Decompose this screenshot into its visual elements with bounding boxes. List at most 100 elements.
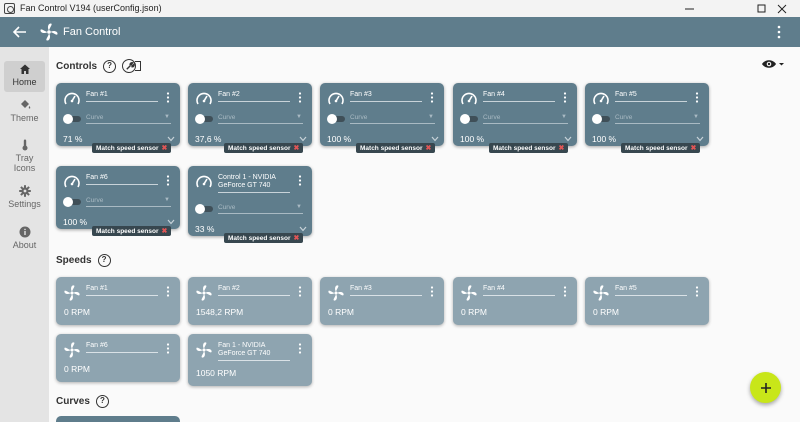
speed-sensor-name[interactable]: Fan #5 <box>615 285 687 296</box>
gauge-icon <box>328 92 344 105</box>
manual-control-toggle[interactable] <box>195 204 214 214</box>
controls-help-button[interactable]: ? <box>103 59 117 73</box>
control-name[interactable]: Fan #3 <box>350 91 422 102</box>
fan-icon <box>196 285 212 301</box>
control-card[interactable]: Fan #2 Curve ▼ 37,6 % <box>188 83 312 146</box>
more-options-icon[interactable] <box>430 286 434 297</box>
manual-control-toggle[interactable] <box>460 114 479 124</box>
speed-sensor-name[interactable]: Fan #4 <box>483 285 555 296</box>
wrench-icon[interactable] <box>122 59 137 73</box>
close-icon: ✖ <box>161 228 168 235</box>
chevron-down-icon[interactable] <box>696 136 704 142</box>
manual-control-toggle[interactable] <box>195 114 214 124</box>
more-options-icon[interactable] <box>166 92 170 103</box>
speed-sensor-name[interactable]: Fan #2 <box>218 285 290 296</box>
gauge-icon <box>64 175 80 188</box>
more-options-icon[interactable] <box>776 24 782 40</box>
sidebar-item-settings[interactable]: Settings <box>4 185 45 209</box>
control-name[interactable]: Fan #4 <box>483 91 555 102</box>
more-options-icon[interactable] <box>166 286 170 297</box>
curve-select[interactable]: Curve ▼ <box>350 114 435 124</box>
control-name[interactable]: Control 1 - NVIDIA GeForce GT 740 <box>218 174 290 193</box>
sidebar-item-home[interactable]: Home <box>4 61 45 92</box>
more-options-icon[interactable] <box>298 92 302 103</box>
curve-card[interactable] <box>56 416 180 422</box>
sidebar: Home Theme Tray Icons Settings About <box>0 47 49 422</box>
match-speed-sensor-badge[interactable]: Match speed sensor ✖ <box>224 233 304 243</box>
back-arrow-icon[interactable] <box>12 24 28 40</box>
more-options-icon[interactable] <box>563 286 567 297</box>
manual-control-toggle[interactable] <box>63 197 82 207</box>
sidebar-item-tray-icons[interactable]: Tray Icons <box>4 139 45 173</box>
curve-select[interactable]: Curve ▼ <box>218 114 303 124</box>
badge-label: Match speed sensor <box>96 228 159 235</box>
chevron-down-icon[interactable] <box>431 136 439 142</box>
curve-select[interactable]: Curve ▼ <box>218 204 303 214</box>
chevron-down-icon[interactable] <box>299 136 307 142</box>
gauge-icon <box>196 92 212 105</box>
speed-card[interactable]: Fan #3 0 RPM <box>320 277 444 325</box>
control-percent: 71 % <box>63 134 83 144</box>
close-icon: ✖ <box>425 145 432 152</box>
more-options-icon[interactable] <box>430 92 434 103</box>
chevron-down-icon[interactable] <box>167 219 175 225</box>
speed-card[interactable]: Fan 1 - NVIDIA GeForce GT 740 1050 RPM <box>188 334 312 386</box>
more-options-icon[interactable] <box>563 92 567 103</box>
speed-sensor-name[interactable]: Fan #6 <box>86 342 158 353</box>
control-card[interactable]: Fan #5 Curve ▼ 100 % <box>585 83 709 146</box>
control-card[interactable]: Fan #6 Curve ▼ 100 % <box>56 166 180 229</box>
speed-card[interactable]: Fan #5 0 RPM <box>585 277 709 325</box>
control-name[interactable]: Fan #2 <box>218 91 290 102</box>
add-button[interactable] <box>750 372 781 403</box>
more-options-icon[interactable] <box>298 286 302 297</box>
speed-sensor-name[interactable]: Fan #3 <box>350 285 422 296</box>
match-speed-sensor-badge[interactable]: Match speed sensor ✖ <box>489 143 569 153</box>
curve-select-value: Curve <box>86 114 104 121</box>
control-card[interactable]: Fan #4 Curve ▼ 100 % <box>453 83 577 146</box>
curve-select[interactable]: Curve ▼ <box>483 114 568 124</box>
more-options-icon[interactable] <box>298 343 302 354</box>
speeds-help-button[interactable]: ? <box>97 254 111 267</box>
speed-card[interactable]: Fan #6 0 RPM <box>56 334 180 382</box>
control-card[interactable]: Fan #3 Curve ▼ 100 % <box>320 83 444 146</box>
curve-select[interactable]: Curve ▼ <box>86 197 171 207</box>
speed-card[interactable]: Fan #1 0 RPM <box>56 277 180 325</box>
speed-card[interactable]: Fan #2 1548,2 RPM <box>188 277 312 325</box>
more-options-icon[interactable] <box>695 92 699 103</box>
visibility-eye-icon[interactable] <box>761 58 785 70</box>
sidebar-item-theme[interactable]: Theme <box>4 99 45 123</box>
chevron-down-icon[interactable] <box>564 136 572 142</box>
minimize-button[interactable] <box>668 0 712 17</box>
control-card[interactable]: Fan #1 Curve ▼ 71 % <box>56 83 180 146</box>
sidebar-item-about[interactable]: About <box>4 226 45 250</box>
manual-control-toggle[interactable] <box>327 114 346 124</box>
badge-label: Match speed sensor <box>360 145 423 152</box>
match-speed-sensor-badge[interactable]: Match speed sensor ✖ <box>92 143 172 153</box>
curve-select[interactable]: Curve ▼ <box>86 114 171 124</box>
close-button[interactable] <box>764 0 800 17</box>
speed-card[interactable]: Fan #4 0 RPM <box>453 277 577 325</box>
more-options-icon[interactable] <box>695 286 699 297</box>
manual-control-toggle[interactable] <box>592 114 611 124</box>
curve-select[interactable]: Curve ▼ <box>615 114 700 124</box>
fan-icon <box>64 342 80 358</box>
control-name[interactable]: Fan #5 <box>615 91 687 102</box>
more-options-icon[interactable] <box>166 175 170 186</box>
control-name[interactable]: Fan #6 <box>86 174 158 185</box>
curves-help-button[interactable]: ? <box>95 395 109 408</box>
match-speed-sensor-badge[interactable]: Match speed sensor ✖ <box>92 226 172 236</box>
speed-sensor-name[interactable]: Fan #1 <box>86 285 158 296</box>
more-options-icon[interactable] <box>298 175 302 186</box>
chevron-down-icon[interactable] <box>299 226 307 232</box>
match-speed-sensor-badge[interactable]: Match speed sensor ✖ <box>621 143 701 153</box>
curve-select-value: Curve <box>86 197 104 204</box>
manual-control-toggle[interactable] <box>63 114 82 124</box>
control-name[interactable]: Fan #1 <box>86 91 158 102</box>
control-card[interactable]: Control 1 - NVIDIA GeForce GT 740 Curve … <box>188 166 312 236</box>
match-speed-sensor-badge[interactable]: Match speed sensor ✖ <box>356 143 436 153</box>
speed-sensor-name[interactable]: Fan 1 - NVIDIA GeForce GT 740 <box>218 342 290 361</box>
chevron-down-icon[interactable] <box>167 136 175 142</box>
app-title: Fan Control <box>63 26 121 38</box>
more-options-icon[interactable] <box>166 343 170 354</box>
match-speed-sensor-badge[interactable]: Match speed sensor ✖ <box>224 143 304 153</box>
